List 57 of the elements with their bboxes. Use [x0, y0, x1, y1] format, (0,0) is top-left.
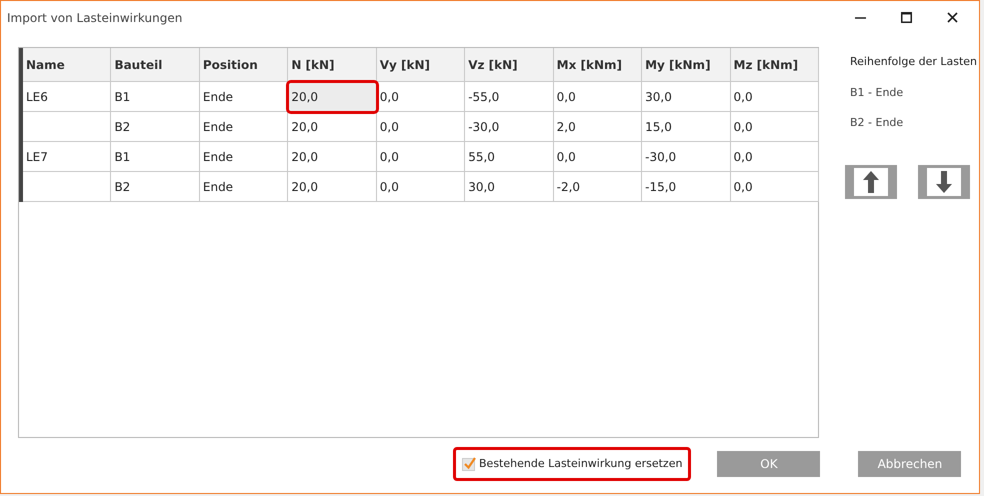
- column-header[interactable]: Vz [kN]: [465, 48, 554, 82]
- order-list-item[interactable]: B2 - Ende: [850, 115, 979, 132]
- window-title: Import von Lasteinwirkungen: [7, 10, 182, 26]
- table-cell[interactable]: B1: [111, 82, 200, 112]
- table-cell[interactable]: 20,0: [288, 112, 377, 142]
- table-cell[interactable]: 30,0: [642, 82, 731, 112]
- table-cell[interactable]: [23, 172, 112, 202]
- table-cell[interactable]: 0,0: [730, 172, 819, 202]
- table-cell[interactable]: 0,0: [554, 142, 642, 172]
- column-header[interactable]: Mx [kNm]: [554, 48, 642, 82]
- table-cell[interactable]: -30,0: [642, 142, 731, 172]
- table-cell[interactable]: 0,0: [376, 172, 466, 202]
- replace-checkbox[interactable]: Bestehende Lasteinwirkung ersetzen: [453, 447, 692, 481]
- checkbox[interactable]: [462, 458, 475, 470]
- order-list-item[interactable]: B1 - Ende: [850, 84, 979, 101]
- column-header[interactable]: N [kN]: [288, 48, 377, 82]
- table-cell[interactable]: B2: [111, 172, 200, 202]
- table-cell[interactable]: LE6: [23, 82, 112, 112]
- checkmark-icon: [463, 456, 477, 470]
- move-up-button[interactable]: [845, 164, 897, 198]
- table-cell[interactable]: 15,0: [642, 112, 731, 142]
- panel-title: Reihenfolge der Lasten: [850, 54, 978, 70]
- table-cell[interactable]: 0,0: [376, 82, 466, 112]
- column-header[interactable]: My [kNm]: [642, 48, 731, 82]
- column-header[interactable]: Name: [23, 48, 112, 82]
- move-down-button[interactable]: [918, 164, 970, 198]
- table-cell[interactable]: B2: [111, 112, 200, 142]
- table-cell[interactable]: 0,0: [554, 82, 642, 112]
- table-cell[interactable]: Ende: [200, 112, 288, 142]
- table-cell[interactable]: 0,0: [730, 82, 819, 112]
- table-cell[interactable]: 20,0: [288, 142, 377, 172]
- table-cell[interactable]: 30,0: [465, 172, 554, 202]
- table-cell[interactable]: Ende: [200, 172, 288, 202]
- table-cell[interactable]: -2,0: [554, 172, 642, 202]
- table-cell[interactable]: 20,0: [288, 82, 377, 112]
- column-header[interactable]: Bauteil: [111, 48, 200, 82]
- table-cell[interactable]: 0,0: [730, 142, 819, 172]
- checkbox-label: Bestehende Lasteinwirkung ersetzen: [479, 456, 682, 472]
- table-cell[interactable]: Ende: [200, 82, 288, 112]
- table-cell[interactable]: 55,0: [465, 142, 554, 172]
- down-arrow-icon: [936, 170, 952, 192]
- table-cell[interactable]: [23, 112, 112, 142]
- table-cell[interactable]: B1: [111, 142, 200, 172]
- table-cell[interactable]: -15,0: [642, 172, 731, 202]
- column-header[interactable]: Mz [kNm]: [730, 48, 819, 82]
- table-cell[interactable]: -30,0: [465, 112, 554, 142]
- table-cell[interactable]: 20,0: [288, 172, 377, 202]
- column-header[interactable]: Position: [200, 48, 288, 82]
- table-cell[interactable]: 2,0: [554, 112, 642, 142]
- up-arrow-icon: [863, 170, 879, 192]
- column-header[interactable]: Vy [kN]: [376, 48, 466, 82]
- table-cell[interactable]: Ende: [200, 142, 288, 172]
- table-cell[interactable]: 0,0: [376, 112, 466, 142]
- table-cell[interactable]: -55,0: [465, 82, 554, 112]
- table-cell[interactable]: 0,0: [730, 112, 819, 142]
- table-cell[interactable]: LE7: [23, 142, 112, 172]
- table-cell[interactable]: 0,0: [376, 142, 466, 172]
